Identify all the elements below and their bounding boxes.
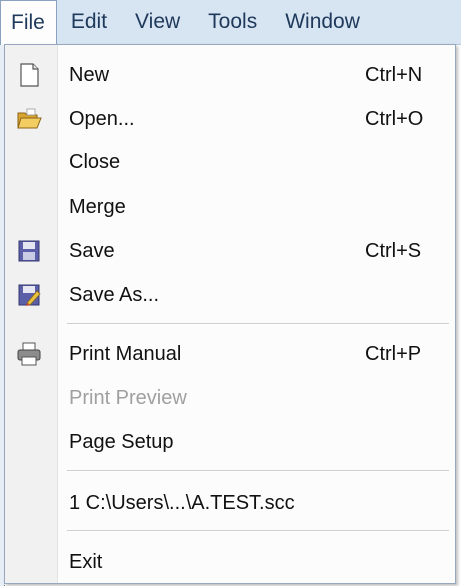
menu-item-open[interactable]: Open... Ctrl+O <box>5 97 455 141</box>
menu-item-new[interactable]: New Ctrl+N <box>5 53 455 97</box>
menu-item-exit[interactable]: Exit <box>5 540 455 584</box>
save-as-icon <box>15 281 43 309</box>
menu-item-close[interactable]: Close <box>5 140 455 184</box>
menu-item-save-as[interactable]: Save As... <box>5 273 455 317</box>
menu-window[interactable]: Window <box>271 0 374 44</box>
new-document-icon <box>15 61 43 89</box>
menu-item-label: Print Manual <box>69 342 182 365</box>
menu-item-shortcut: Ctrl+S <box>365 239 422 262</box>
menu-item-save[interactable]: Save Ctrl+S <box>5 229 455 273</box>
menu-item-label: Merge <box>69 195 126 218</box>
menu-item-merge[interactable]: Merge <box>5 185 455 229</box>
menu-separator <box>67 323 449 325</box>
menu-item-print-manual[interactable]: Print Manual Ctrl+P <box>5 332 455 376</box>
menu-file[interactable]: File <box>0 0 57 45</box>
menu-item-label: New <box>69 63 110 86</box>
menu-item-label: Close <box>69 150 121 173</box>
printer-icon <box>15 340 43 368</box>
menu-separator <box>67 470 449 472</box>
menu-item-shortcut: Ctrl+O <box>365 107 424 130</box>
open-folder-icon <box>15 105 43 133</box>
menu-tools[interactable]: Tools <box>194 0 271 44</box>
menu-view[interactable]: View <box>121 0 194 44</box>
menu-item-shortcut: Ctrl+N <box>365 63 423 86</box>
file-menu-dropdown: New Ctrl+N Open... Ctrl+O Close Merge Sa… <box>4 44 456 584</box>
menu-item-recent-file[interactable]: 1 C:\Users\...\A.TEST.scc <box>5 481 455 525</box>
menu-item-label: 1 C:\Users\...\A.TEST.scc <box>69 491 295 514</box>
menu-item-label: Print Preview <box>69 386 187 409</box>
menu-item-label: Open... <box>69 107 135 130</box>
menu-item-label: Page Setup <box>69 430 174 453</box>
menu-item-label: Exit <box>69 550 103 573</box>
menu-item-shortcut: Ctrl+P <box>365 342 422 365</box>
menu-separator <box>67 530 449 532</box>
menu-edit[interactable]: Edit <box>57 0 121 44</box>
menu-item-page-setup[interactable]: Page Setup <box>5 420 455 464</box>
menu-bar: File Edit View Tools Window <box>0 0 461 45</box>
menu-item-label: Save <box>69 239 115 262</box>
menu-item-label: Save As... <box>69 283 160 306</box>
save-disk-icon <box>15 237 43 265</box>
menu-item-print-preview: Print Preview <box>5 376 455 420</box>
